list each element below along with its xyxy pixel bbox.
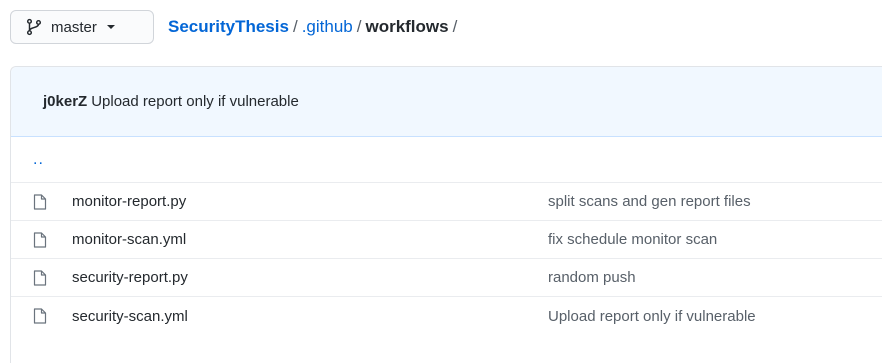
caret-down-icon (106, 22, 116, 32)
table-row[interactable]: monitor-report.py split scans and gen re… (11, 183, 882, 221)
top-bar: master SecurityThesis / .github / workflows / (0, 0, 882, 60)
breadcrumb-separator: / (292, 17, 298, 36)
table-row[interactable]: security-report.py random push (11, 259, 882, 297)
file-name-link[interactable]: security-scan.yml (72, 308, 188, 325)
parent-directory-row[interactable]: .. (11, 137, 882, 183)
file-commit-message[interactable]: split scans and gen report files (548, 193, 751, 210)
table-row[interactable]: monitor-scan.yml fix schedule monitor sc… (11, 221, 882, 259)
breadcrumb-repo-link[interactable]: SecurityThesis (168, 17, 289, 36)
file-commit-message[interactable]: fix schedule monitor scan (548, 231, 717, 248)
file-name-link[interactable]: monitor-report.py (72, 193, 186, 210)
file-list: j0kerZ Upload report only if vulnerable … (10, 66, 882, 363)
file-name-link[interactable]: monitor-scan.yml (72, 231, 186, 248)
file-icon (33, 270, 47, 286)
file-icon (33, 232, 47, 248)
breadcrumb-separator: / (356, 17, 362, 36)
git-branch-icon (25, 18, 43, 36)
file-commit-message[interactable]: random push (548, 269, 636, 286)
table-row[interactable]: security-scan.yml Upload report only if … (11, 297, 882, 335)
branch-selector-button[interactable]: master (10, 10, 154, 44)
commit-message[interactable]: Upload report only if vulnerable (91, 93, 299, 110)
branch-label: master (51, 18, 97, 36)
file-commit-message[interactable]: Upload report only if vulnerable (548, 308, 756, 325)
breadcrumb-folder-link[interactable]: .github (302, 17, 353, 36)
breadcrumb-trailing-separator: / (452, 17, 458, 36)
commit-author[interactable]: j0kerZ (43, 93, 87, 110)
breadcrumb-current: workflows (365, 17, 449, 36)
parent-directory-link[interactable]: .. (33, 151, 44, 169)
file-icon (33, 308, 47, 324)
file-icon (33, 194, 47, 210)
breadcrumb: SecurityThesis / .github / workflows / (168, 17, 461, 37)
latest-commit-header: j0kerZ Upload report only if vulnerable (11, 67, 882, 137)
file-name-link[interactable]: security-report.py (72, 269, 188, 286)
